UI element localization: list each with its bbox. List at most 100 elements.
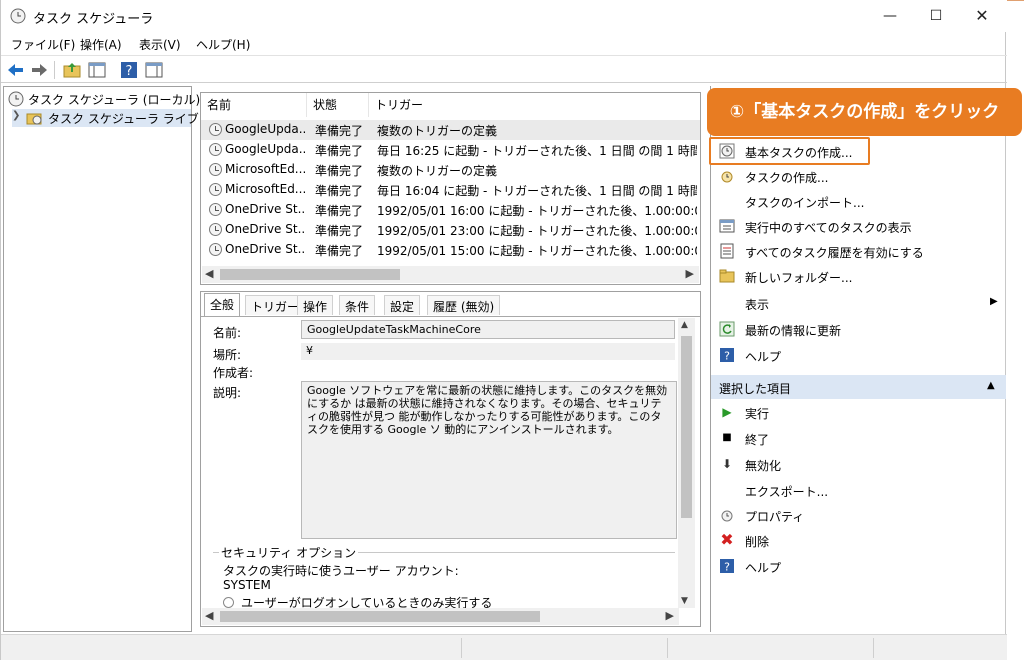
action-show-running-tasks[interactable]: 実行中のすべてのタスクの表示 xyxy=(711,214,1006,238)
action-label: タスクの作成... xyxy=(745,171,829,185)
action-properties[interactable]: プロパティ xyxy=(711,503,1006,527)
refresh-icon xyxy=(719,321,735,337)
clock-icon xyxy=(8,91,24,107)
security-user-label: タスクの実行時に使うユーザー アカウント: xyxy=(223,564,459,578)
scrollbar-thumb[interactable] xyxy=(220,269,400,280)
name-field[interactable]: GoogleUpdateTaskMachineCore xyxy=(301,320,675,339)
detail-horizontal-scrollbar[interactable]: ◀ ▶ xyxy=(202,608,679,625)
action-label: 表示 xyxy=(745,298,770,312)
help-icon[interactable]: ? xyxy=(119,60,139,80)
table-row[interactable]: GoogleUpda... 準備完了 複数のトリガーの定義 xyxy=(201,120,700,140)
window-title: タスク スケジューラ xyxy=(33,12,154,27)
maximize-button[interactable]: ☐ xyxy=(913,0,959,32)
show-hide-action-pane-icon[interactable] xyxy=(144,60,164,80)
tree-item-library[interactable]: ❯ タスク スケジューラ ライブラリ xyxy=(12,109,223,127)
action-end[interactable]: ■ 終了 xyxy=(711,426,1006,450)
tab-settings[interactable]: 設定 xyxy=(384,295,421,315)
task-status: 準備完了 xyxy=(315,124,364,138)
table-row[interactable]: GoogleUpda... 準備完了 毎日 16:25 に起動 - トリガーされ… xyxy=(201,140,700,160)
action-delete[interactable]: ✖ 削除 xyxy=(711,528,1006,552)
svg-text:?: ? xyxy=(724,561,730,574)
chevron-right-icon[interactable]: ❯ xyxy=(12,110,20,121)
logon-only-radio[interactable] xyxy=(223,597,234,608)
scroll-down-icon[interactable]: ▼ xyxy=(681,596,688,606)
action-enable-history[interactable]: すべてのタスク履歴を有効にする xyxy=(711,239,1006,263)
collapse-icon[interactable]: ▲ xyxy=(987,380,995,391)
task-clock-icon xyxy=(209,243,222,256)
menu-action[interactable]: 操作(A) xyxy=(80,36,122,53)
column-header-status[interactable]: 状態 xyxy=(307,93,369,117)
description-field[interactable]: Google ソフトウェアを常に最新の状態に維持します。このタスクを無効にするか… xyxy=(301,381,677,539)
action-label: 終了 xyxy=(745,433,770,447)
delete-icon: ✖ xyxy=(720,530,734,549)
task-list-horizontal-scrollbar[interactable]: ◀ ▶ xyxy=(202,266,699,283)
column-header-name[interactable]: 名前 xyxy=(201,93,307,117)
security-options-title: セキュリティ オプション xyxy=(219,544,359,561)
action-help[interactable]: ? ヘルプ xyxy=(711,343,1006,367)
action-disable[interactable]: ⬇ 無効化 xyxy=(711,452,1006,476)
menu-help[interactable]: ヘルプ(H) xyxy=(196,36,250,53)
detail-vertical-scrollbar[interactable]: ▲ ▼ xyxy=(678,318,695,608)
tab-history[interactable]: 履歴 (無効) xyxy=(427,295,501,315)
back-arrow-icon[interactable] xyxy=(6,60,26,80)
title-bar: タスク スケジューラ — ☐ ✕ xyxy=(1,0,1007,32)
help-icon: ? xyxy=(720,348,734,363)
action-label: すべてのタスク履歴を有効にする xyxy=(745,246,924,260)
scrollbar-thumb[interactable] xyxy=(681,336,692,518)
status-divider xyxy=(873,638,874,658)
scroll-up-icon[interactable]: ▲ xyxy=(681,320,688,330)
up-folder-icon[interactable] xyxy=(62,60,82,80)
tree-item-root[interactable]: タスク スケジューラ (ローカル) xyxy=(8,90,200,108)
task-status: 準備完了 xyxy=(315,224,364,238)
svg-text:?: ? xyxy=(724,350,730,363)
scroll-right-icon[interactable]: ▶ xyxy=(666,609,674,622)
tab-actions[interactable]: 操作 xyxy=(297,295,334,315)
task-clock-icon xyxy=(209,163,222,176)
show-hide-tree-icon[interactable] xyxy=(87,60,107,80)
svg-text:?: ? xyxy=(126,64,133,79)
name-label: 名前: xyxy=(213,326,242,340)
scroll-left-icon[interactable]: ◀ xyxy=(205,609,213,622)
properties-icon xyxy=(721,510,733,522)
author-field xyxy=(301,362,675,377)
task-name: MicrosoftEd... xyxy=(225,182,305,196)
table-row[interactable]: OneDrive St... 準備完了 1992/05/01 15:00 に起動… xyxy=(201,240,700,260)
table-row[interactable]: MicrosoftEd... 準備完了 毎日 16:04 に起動 - トリガーさ… xyxy=(201,180,700,200)
submenu-arrow-icon: ▶ xyxy=(990,296,998,307)
status-divider xyxy=(461,638,462,658)
status-bar xyxy=(1,634,1007,660)
scroll-right-icon[interactable]: ▶ xyxy=(686,267,694,280)
table-row[interactable]: MicrosoftEd... 準備完了 複数のトリガーの定義 xyxy=(201,160,700,180)
column-header-trigger[interactable]: トリガー xyxy=(369,93,700,117)
folder-clock-icon xyxy=(26,113,42,125)
tab-conditions[interactable]: 条件 xyxy=(339,295,376,315)
action-refresh[interactable]: 最新の情報に更新 xyxy=(711,317,1006,341)
close-button[interactable]: ✕ xyxy=(959,0,1005,32)
selected-item-section-header[interactable]: 選択した項目 ▲ xyxy=(711,375,1006,399)
action-new-folder[interactable]: 新しいフォルダー... xyxy=(711,264,1006,288)
action-run[interactable]: ▶ 実行 xyxy=(711,400,1006,424)
action-label: 最新の情報に更新 xyxy=(745,324,842,338)
menu-file[interactable]: ファイル(F) xyxy=(11,36,75,53)
action-create-task[interactable]: タスクの作成... xyxy=(711,164,1006,188)
table-row[interactable]: OneDrive St... 準備完了 1992/05/01 23:00 に起動… xyxy=(201,220,700,240)
action-import-task[interactable]: タスクのインポート... xyxy=(711,189,1006,213)
scroll-left-icon[interactable]: ◀ xyxy=(205,267,213,280)
task-status: 準備完了 xyxy=(315,244,364,258)
action-help-selected[interactable]: ? ヘルプ xyxy=(711,554,1006,578)
minimize-button[interactable]: — xyxy=(867,0,913,32)
forward-arrow-icon[interactable] xyxy=(29,60,49,80)
menu-view[interactable]: 表示(V) xyxy=(139,36,181,53)
instruction-callout: ①「基本タスクの作成」をクリック xyxy=(707,88,1022,136)
toolbar: ? xyxy=(1,57,1007,83)
history-icon xyxy=(720,243,734,259)
table-row[interactable]: OneDrive St... 準備完了 1992/05/01 16:00 に起動… xyxy=(201,200,700,220)
action-export[interactable]: エクスポート... xyxy=(711,478,1006,502)
action-view[interactable]: 表示 ▶ xyxy=(711,291,1006,315)
tab-triggers[interactable]: トリガー xyxy=(245,295,306,315)
tab-general[interactable]: 全般 xyxy=(204,293,241,316)
scrollbar-thumb[interactable] xyxy=(220,611,540,622)
task-clock-icon xyxy=(209,143,222,156)
disable-icon: ⬇ xyxy=(721,457,733,471)
status-divider xyxy=(667,638,668,658)
